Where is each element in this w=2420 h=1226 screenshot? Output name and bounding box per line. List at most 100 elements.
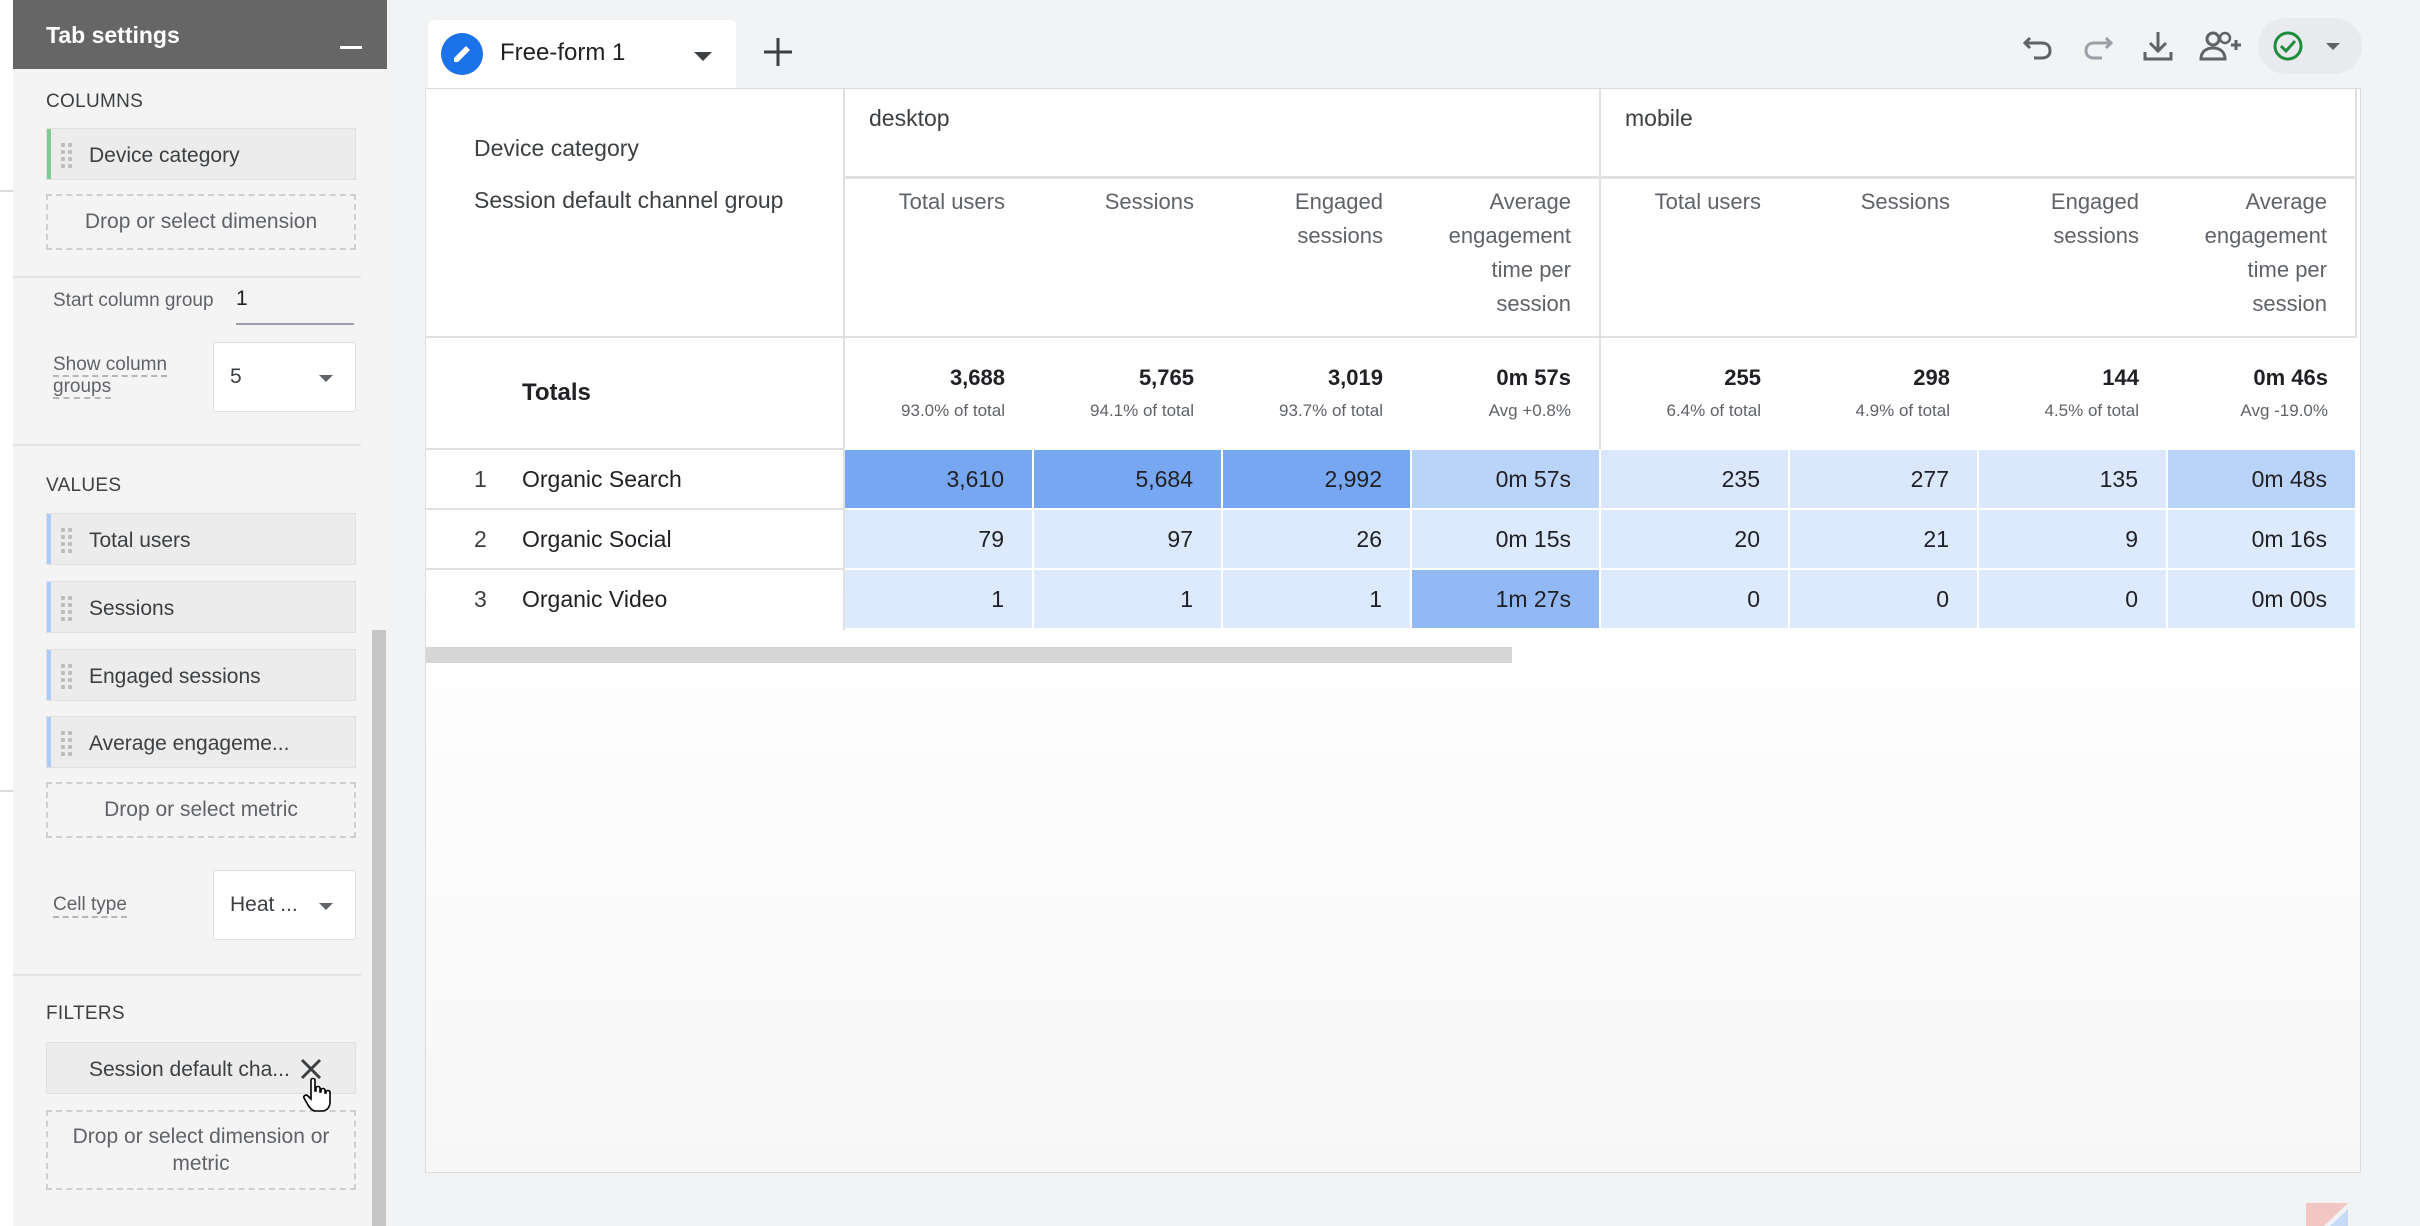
metric-header-line: time per (2247, 256, 2327, 282)
chevron-down-icon (2326, 43, 2340, 50)
heat-cell: 21 (1788, 508, 1979, 570)
metric-header[interactable]: Average engagement time per session (1411, 177, 1601, 337)
column-group-desktop[interactable]: desktop (844, 89, 1601, 179)
table-row[interactable]: 2 Organic Social 79 97 26 0m 15s 20 21 9 0m 16s (426, 508, 2357, 570)
totals-percent: 4.9% of total (1855, 401, 1950, 420)
metric-header[interactable]: Total users (844, 177, 1033, 337)
metric-header[interactable]: Engaged sessions (1222, 177, 1411, 337)
collapse-icon[interactable] (340, 46, 362, 49)
drag-handle-icon[interactable] (61, 731, 75, 756)
cell-type-select[interactable]: Heat ... (213, 870, 356, 940)
metric-header-line: engagement (1448, 222, 1571, 248)
show-column-groups-label: Show column groups (53, 354, 183, 399)
metric-header-line: session (1496, 290, 1571, 316)
redo-icon[interactable] (2078, 26, 2118, 66)
metric-header-line: time per (1491, 256, 1571, 282)
column-chip-device-category[interactable]: Device category (46, 128, 356, 180)
row-index: 2 (426, 508, 522, 569)
row-dimension-header[interactable]: Session default channel group (426, 177, 845, 337)
value-chip-total-users[interactable]: Total users (46, 513, 356, 565)
panel-header[interactable]: Tab settings (13, 0, 387, 69)
totals-cell: 144 4.5% of total (1978, 336, 2167, 449)
chip-label: Engaged sessions (89, 665, 261, 688)
chip-label: Total users (89, 529, 191, 552)
heat-cell: 0 (1599, 568, 1790, 630)
totals-value: 0m 46s (2253, 365, 2328, 390)
save-status-button[interactable] (2258, 18, 2362, 74)
chevron-down-icon[interactable] (694, 52, 712, 61)
table-row[interactable]: 3 Organic Video 1 1 1 1m 27s 0 0 0 0m 00s (426, 568, 2357, 630)
totals-cell: 3,019 93.7% of total (1222, 336, 1411, 449)
value-chip-engaged-sessions[interactable]: Engaged sessions (46, 649, 356, 701)
header-row-metrics: Session default channel group Total users… (426, 177, 2357, 337)
watermark-logo (2306, 1203, 2348, 1226)
metric-header-line: Sessions (1860, 188, 1950, 214)
download-icon[interactable] (2138, 26, 2178, 66)
totals-percent: 6.4% of total (1666, 401, 1761, 420)
column-dimension-header: Device category (426, 89, 845, 177)
totals-percent: 94.1% of total (1090, 401, 1194, 420)
table-row[interactable]: 1 Organic Search 3,610 5,684 2,992 0m 57s 235 2… (426, 448, 2357, 510)
value-chip-sessions[interactable]: Sessions (46, 581, 356, 633)
heat-cell: 277 (1788, 448, 1979, 510)
add-tab-icon[interactable] (756, 30, 800, 74)
divider (13, 974, 361, 976)
metric-header-line: Sessions (1104, 188, 1194, 214)
column-group-mobile[interactable]: mobile (1600, 89, 2357, 179)
metric-header[interactable]: Sessions (1033, 177, 1222, 337)
filter-drop-zone[interactable]: Drop or select dimension or metric (46, 1110, 356, 1190)
totals-cell: 255 6.4% of total (1600, 336, 1789, 449)
totals-row: Totals 3,688 93.0% of total 5,765 94.1% of t… (426, 336, 2356, 449)
heat-cell: 0 (1788, 568, 1979, 630)
share-icon[interactable] (2198, 26, 2244, 66)
metric-header[interactable]: Total users (1600, 177, 1789, 337)
show-column-groups-select[interactable]: 5 (213, 342, 356, 412)
drag-handle-icon[interactable] (61, 596, 75, 621)
heat-cell: 1m 27s (1410, 568, 1601, 630)
value-chip-average-engagement[interactable]: Average engageme... (46, 716, 356, 768)
metric-header[interactable]: Sessions (1789, 177, 1978, 337)
panel-scrollbar[interactable] (372, 630, 386, 1226)
drag-handle-icon[interactable] (61, 143, 75, 168)
chip-color-bar (47, 650, 51, 700)
column-drop-zone[interactable]: Drop or select dimension (46, 194, 356, 250)
heat-cell: 0 (1977, 568, 2168, 630)
chip-color-bar (47, 582, 51, 632)
heat-cell: 3,610 (843, 448, 1034, 510)
heat-cell: 5,684 (1032, 448, 1223, 510)
cell-type-label: Cell type (53, 894, 127, 918)
horizontal-scrollbar[interactable] (426, 647, 1512, 663)
chip-label: Sessions (89, 597, 175, 620)
start-column-group-input[interactable]: 1 (236, 287, 354, 325)
metric-header[interactable]: Engaged sessions (1978, 177, 2167, 337)
metric-header[interactable]: Average engagement time per session (2167, 177, 2357, 337)
heat-cell: 0m 48s (2166, 448, 2357, 510)
totals-cell: 3,688 93.0% of total (844, 336, 1033, 449)
drag-handle-icon[interactable] (61, 528, 75, 553)
heat-cell: 0m 00s (2166, 568, 2357, 630)
totals-spacer (426, 336, 522, 449)
tab-free-form-1[interactable]: Free-form 1 (428, 20, 736, 88)
chip-color-bar (47, 129, 51, 179)
heat-cell: 26 (1221, 508, 1412, 570)
row-name: Organic Video (522, 568, 845, 629)
report-table: Device category desktop mobile Session defa… (426, 89, 2357, 630)
totals-cell: 0m 46s Avg -19.0% (2167, 336, 2356, 449)
gutter-divider (0, 190, 13, 192)
tab-label: Free-form 1 (500, 39, 626, 66)
divider (13, 276, 361, 278)
chip-label: Session default cha... (89, 1058, 290, 1081)
totals-percent: 4.5% of total (2044, 401, 2139, 420)
filters-section-label: FILTERS (46, 1003, 125, 1024)
row-index: 1 (426, 448, 522, 509)
drag-handle-icon[interactable] (61, 664, 75, 689)
totals-percent: 93.7% of total (1279, 401, 1383, 420)
metric-header-line: sessions (1297, 222, 1383, 248)
metric-header-line: Engaged (1294, 188, 1383, 214)
value-drop-zone[interactable]: Drop or select metric (46, 782, 356, 838)
chip-label: Device category (89, 144, 240, 167)
select-value: Heat ... (230, 893, 298, 916)
totals-cell: 0m 57s Avg +0.8% (1411, 336, 1601, 449)
pencil-icon (441, 33, 483, 75)
undo-icon[interactable] (2018, 26, 2058, 66)
